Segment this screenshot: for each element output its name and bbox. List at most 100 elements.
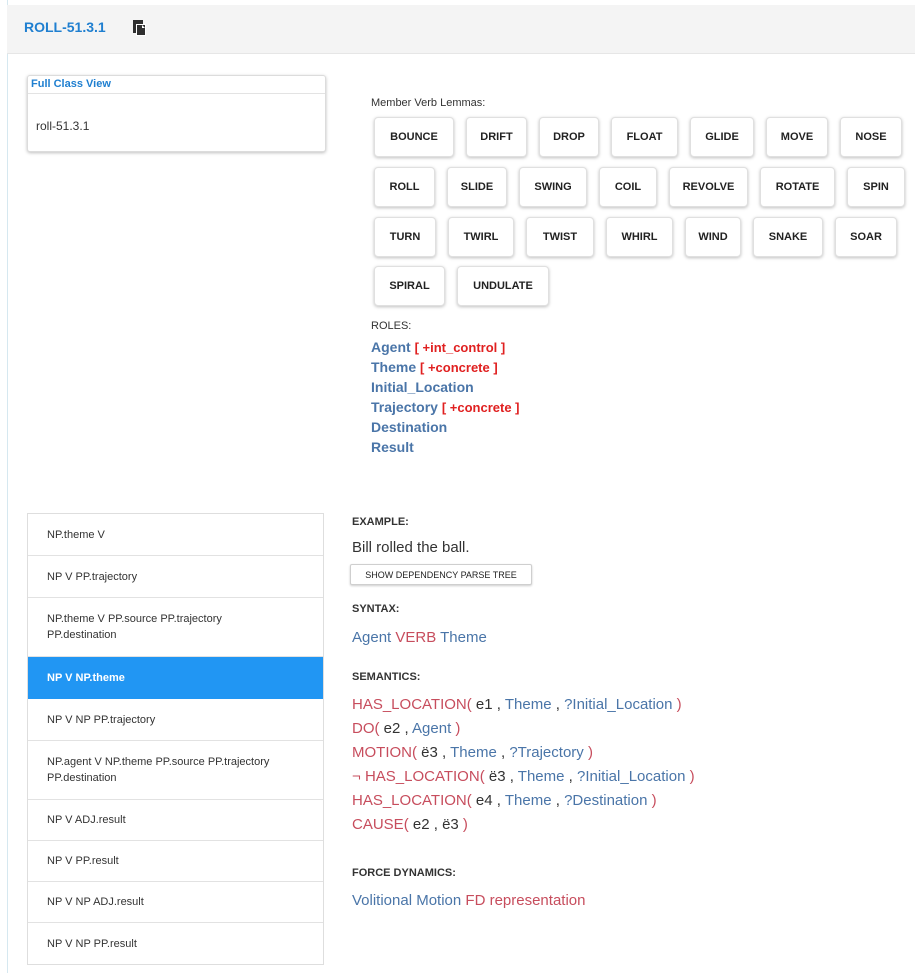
role-restriction: [ +concrete ] [420, 360, 498, 375]
semantics-predicate: MOTION( ë3 , Theme , ?Trajectory ) [352, 744, 593, 761]
semantics-predicate: HAS_LOCATION( e4 , Theme , ?Destination … [352, 792, 657, 809]
syntax-token: Theme [440, 629, 487, 646]
semantics-label: SEMANTICS: [352, 671, 421, 683]
semantics-predicate: CAUSE( e2 , ë3 ) [352, 816, 468, 833]
class-header: ROLL-51.3.1 [7, 5, 915, 54]
frame-item[interactable]: NP V ADJ.result [28, 800, 323, 841]
role-initial-location: Initial_Location [371, 379, 474, 395]
event-arg: e2 [412, 816, 430, 833]
role-arg: Theme [450, 744, 497, 761]
role-arg: ?Trajectory [509, 744, 584, 761]
roles-label: ROLES: [371, 320, 412, 332]
role-name: Agent [371, 339, 411, 355]
role-restriction: [ +concrete ] [441, 400, 520, 415]
lemma-button-wind[interactable]: WIND [685, 217, 741, 257]
lemma-button-spiral[interactable]: SPIRAL [374, 266, 445, 306]
class-name: roll-51.3.1 [36, 119, 90, 133]
lemma-button-turn[interactable]: TURN [374, 217, 436, 257]
lemma-button-whirl[interactable]: WHIRL [606, 217, 673, 257]
semantics-predicate: ¬ HAS_LOCATION( ë3 , Theme , ?Initial_Lo… [352, 768, 695, 785]
predicate-name: DO [352, 720, 375, 737]
lemma-button-glide[interactable]: GLIDE [690, 117, 754, 157]
role-name: Theme [371, 359, 417, 375]
lemma-button-bounce[interactable]: BOUNCE [374, 117, 454, 157]
role-trajectory: Trajectory [ +concrete ] [371, 399, 520, 415]
lemma-button-twirl[interactable]: TWIRL [448, 217, 514, 257]
lemma-button-move[interactable]: MOVE [766, 117, 828, 157]
predicate-name: MOTION [352, 744, 412, 761]
frame-item[interactable]: NP.agent V NP.theme PP.source PP.traject… [28, 741, 323, 800]
role-arg: Theme [504, 792, 552, 809]
example-sentence: Bill rolled the ball. [352, 539, 470, 556]
frame-item[interactable]: NP V NP ADJ.result [28, 882, 323, 923]
predicate-name: HAS_LOCATION [352, 792, 467, 809]
frame-item[interactable]: NP.theme V [28, 514, 323, 556]
frame-item[interactable]: NP.theme V PP.source PP.trajectory PP.de… [28, 598, 323, 657]
predicate-name: CAUSE [352, 816, 404, 833]
role-arg: ?Initial_Location [564, 696, 673, 713]
left-border [7, 0, 8, 973]
role-name: Destination [371, 419, 448, 435]
full-class-view-header: Full Class View [28, 76, 325, 94]
syntax-token: VERB [395, 629, 437, 646]
role-name: Result [371, 439, 414, 455]
semantics-predicate: DO( e2 , Agent ) [352, 720, 461, 737]
lemma-button-revolve[interactable]: REVOLVE [669, 167, 748, 207]
force-role: Volitional Motion [352, 892, 462, 909]
force-dynamics-label: FORCE DYNAMICS: [352, 867, 456, 879]
event-arg: e1 [475, 696, 493, 713]
class-title-link[interactable]: ROLL-51.3.1 [24, 19, 106, 35]
lemma-button-soar[interactable]: SOAR [835, 217, 897, 257]
event-arg: e4 [475, 792, 493, 809]
event-arg: ë3 [421, 744, 438, 761]
force-dynamics-line: Volitional Motion FD representation [352, 892, 585, 909]
role-arg: Theme [517, 768, 565, 785]
role-name: Initial_Location [371, 379, 474, 395]
negation-symbol: ¬ [352, 768, 361, 785]
role-restriction: [ +int_control ] [414, 340, 506, 355]
frame-item[interactable]: NP V PP.trajectory [28, 556, 323, 598]
frame-item-selected[interactable]: NP V NP.theme [28, 657, 323, 699]
force-predicate: FD representation [465, 892, 586, 909]
syntax-line: Agent VERB Theme [352, 629, 487, 646]
lemma-button-slide[interactable]: SLIDE [447, 167, 507, 207]
frame-item[interactable]: NP V NP PP.trajectory [28, 699, 323, 741]
full-class-view-link[interactable]: Full Class View [31, 78, 111, 90]
role-arg: Agent [412, 720, 452, 737]
frame-item[interactable]: NP V PP.result [28, 841, 323, 882]
semantics-predicate: HAS_LOCATION( e1 , Theme , ?Initial_Loca… [352, 696, 682, 713]
role-theme: Theme [ +concrete ] [371, 359, 498, 375]
lemma-button-float[interactable]: FLOAT [611, 117, 678, 157]
show-parse-tree-button[interactable]: SHOW DEPENDENCY PARSE TREE [350, 564, 532, 585]
syntax-token: Agent [352, 629, 392, 646]
role-arg: ?Initial_Location [577, 768, 686, 785]
paste-icon[interactable] [130, 18, 150, 38]
example-label: EXAMPLE: [352, 516, 409, 528]
lemma-button-coil[interactable]: COIL [599, 167, 657, 207]
lemma-button-swing[interactable]: SWING [519, 167, 587, 207]
member-verbs-label: Member Verb Lemmas: [371, 97, 486, 109]
lemma-button-spin[interactable]: SPIN [847, 167, 905, 207]
lemma-button-snake[interactable]: SNAKE [753, 217, 823, 257]
role-destination: Destination [371, 419, 447, 435]
event-arg: ë3 [488, 768, 506, 785]
predicate-name: HAS_LOCATION [352, 696, 467, 713]
role-agent: Agent [ +int_control ] [371, 339, 505, 355]
lemma-button-drop[interactable]: DROP [539, 117, 599, 157]
role-result: Result [371, 439, 414, 455]
frame-item[interactable]: NP V NP PP.result [28, 923, 323, 964]
lemma-button-rotate[interactable]: ROTATE [760, 167, 835, 207]
lemma-button-undulate[interactable]: UNDULATE [457, 266, 549, 306]
lemma-button-nose[interactable]: NOSE [840, 117, 902, 157]
full-class-view-panel: Full Class View roll-51.3.1 [27, 75, 326, 152]
lemma-button-drift[interactable]: DRIFT [466, 117, 527, 157]
event-arg: ë3 [442, 816, 459, 833]
role-name: Trajectory [371, 399, 438, 415]
role-arg: ?Destination [564, 792, 648, 809]
syntax-label: SYNTAX: [352, 603, 400, 615]
lemma-button-roll[interactable]: ROLL [374, 167, 435, 207]
frame-list: NP.theme V NP V PP.trajectory NP.theme V… [27, 513, 324, 965]
predicate-name: HAS_LOCATION [364, 768, 480, 785]
role-arg: Theme [504, 696, 552, 713]
lemma-button-twist[interactable]: TWIST [526, 217, 594, 257]
